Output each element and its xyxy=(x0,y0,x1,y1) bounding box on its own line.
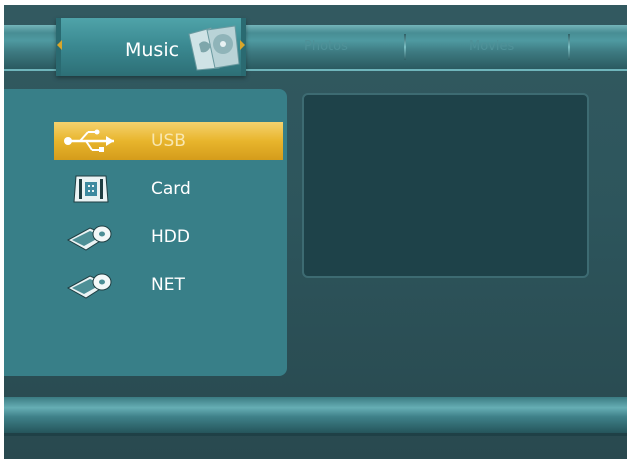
source-label-net: NET xyxy=(151,275,185,295)
arrow-left-icon[interactable] xyxy=(57,40,62,50)
music-disc-icon xyxy=(188,25,240,71)
tab-divider xyxy=(568,34,570,60)
tab-movies[interactable]: Movies xyxy=(469,39,514,54)
source-label-hdd: HDD xyxy=(151,227,190,247)
tab-music[interactable]: Music xyxy=(56,18,246,76)
media-player-screen: Photos Movies Music USB Card HDD NET xyxy=(4,5,627,459)
source-label-card: Card xyxy=(151,179,191,199)
bottom-bar xyxy=(4,397,627,433)
tab-divider xyxy=(404,34,406,60)
tab-photos[interactable]: Photos xyxy=(304,39,348,54)
tab-music-label: Music xyxy=(125,39,180,61)
preview-pane xyxy=(302,93,589,278)
memory-card-icon xyxy=(73,175,109,203)
bottom-divider xyxy=(4,433,627,436)
hard-disk-icon xyxy=(66,225,112,251)
network-disk-icon xyxy=(66,273,112,299)
usb-icon xyxy=(64,129,114,152)
source-panel: USB Card HDD NET xyxy=(4,89,287,376)
source-item-net[interactable]: NET xyxy=(54,266,283,304)
source-item-card[interactable]: Card xyxy=(54,170,283,208)
source-label-usb: USB xyxy=(151,131,186,151)
source-item-usb[interactable]: USB xyxy=(54,122,283,160)
source-item-hdd[interactable]: HDD xyxy=(54,218,283,256)
